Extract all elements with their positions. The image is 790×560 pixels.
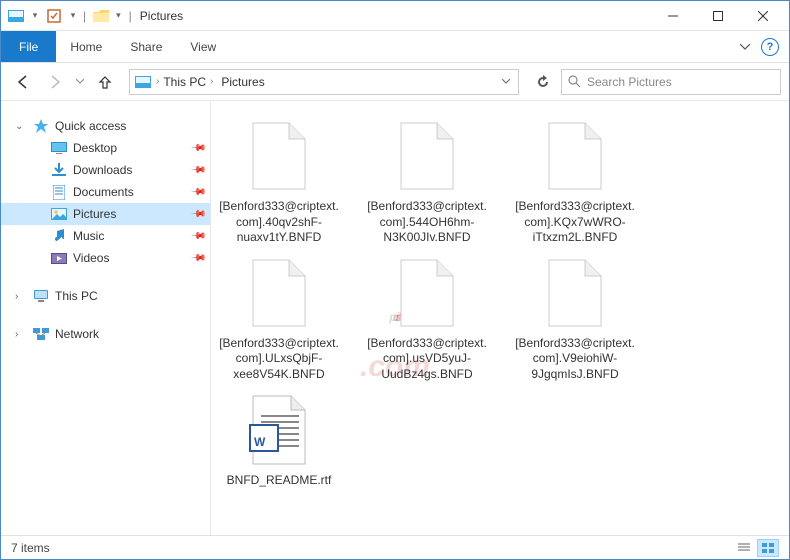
status-bar: 7 items [1,535,789,559]
file-pane[interactable]: [Benford333@criptext.com].40qv2shF-nuaxv… [211,101,789,535]
network-icon [33,326,49,342]
sidebar-item-label: Pictures [73,207,116,221]
window-title: Pictures [140,9,183,23]
search-placeholder: Search Pictures [587,75,672,89]
forward-button[interactable] [41,68,69,96]
tab-view[interactable]: View [176,31,230,62]
qat-dropdown[interactable]: ▾ [29,5,41,27]
downloads-icon [51,162,67,178]
file-label: [Benford333@criptext.com].40qv2shF-nuaxv… [219,199,339,246]
breadcrumb-this-pc[interactable]: This PC › [159,75,217,89]
unknown-file-icon [540,117,610,195]
pictures-location-icon [130,76,156,88]
item-count: 7 items [11,541,50,555]
navigation-tree: ⌄ Quick access Desktop📌Downloads📌Documen… [1,101,211,535]
file-item[interactable]: [Benford333@criptext.com].usVD5yuJ-UudBz… [367,254,487,383]
sidebar-item-label: Music [73,229,104,243]
file-label: [Benford333@criptext.com].V9eiohiW-9Jgqm… [515,336,635,383]
file-item[interactable]: [Benford333@criptext.com].KQx7wWRO-iTtxz… [515,117,635,246]
chevron-down-icon[interactable]: ⌄ [15,121,27,132]
rtf-file-icon: W [244,391,314,469]
sidebar-item-downloads[interactable]: Downloads 📌 [1,159,210,181]
help-icon[interactable]: ? [761,38,779,56]
file-item[interactable]: [Benford333@criptext.com].544OH6hm-N3K00… [367,117,487,246]
file-item[interactable]: [Benford333@criptext.com].V9eiohiW-9Jgqm… [515,254,635,383]
ribbon: File Home Share View ? [1,31,789,63]
this-pc-label: This PC [55,289,98,303]
details-view-button[interactable] [733,539,755,557]
videos-icon [51,250,67,266]
documents-icon [51,184,67,200]
file-label: [Benford333@criptext.com].usVD5yuJ-UudBz… [367,336,487,383]
chevron-right-icon[interactable]: › [15,291,27,302]
unknown-file-icon [244,117,314,195]
minimize-button[interactable] [650,2,695,30]
recent-dropdown[interactable] [73,68,87,96]
sidebar-item-label: Videos [73,251,109,265]
icons-view-button[interactable] [757,539,779,557]
nav-bar: › This PC › Pictures Search Pictures [1,63,789,101]
close-button[interactable] [740,2,785,30]
sidebar-item-music[interactable]: Music 📌 [1,225,210,247]
sidebar-item-videos[interactable]: Videos 📌 [1,247,210,269]
music-icon [51,228,67,244]
sidebar-item-documents[interactable]: Documents 📌 [1,181,210,203]
quick-access-node[interactable]: ⌄ Quick access [1,115,210,137]
breadcrumb-pictures[interactable]: Pictures [217,75,268,89]
pictures-icon [51,206,67,222]
maximize-button[interactable] [695,2,740,30]
search-icon [568,75,581,88]
pin-icon: 📌 [189,162,206,179]
breadcrumb[interactable]: › This PC › Pictures [129,69,519,95]
pin-icon: 📌 [189,206,206,223]
pin-icon: 📌 [189,140,206,157]
file-label: [Benford333@criptext.com].KQx7wWRO-iTtxz… [515,199,635,246]
file-label: [Benford333@criptext.com].544OH6hm-N3K00… [367,199,487,246]
file-item[interactable]: [Benford333@criptext.com].ULxsQbjF-xee8V… [219,254,339,383]
qat-dropdown-2[interactable]: ▾ [67,5,79,27]
chevron-right-icon[interactable]: › [15,329,27,340]
expand-ribbon-icon[interactable] [729,44,761,50]
network-label: Network [55,327,99,341]
refresh-button[interactable] [529,68,557,96]
qat-customize-dropdown[interactable]: ▾ [116,10,121,21]
unknown-file-icon [392,117,462,195]
pin-icon: 📌 [189,184,206,201]
back-button[interactable] [9,68,37,96]
tab-share[interactable]: Share [116,31,176,62]
sidebar-item-label: Documents [73,185,134,199]
pictures-icon[interactable] [5,5,27,27]
sidebar-item-label: Desktop [73,141,117,155]
properties-icon[interactable] [43,5,65,27]
pin-icon: 📌 [189,228,206,245]
folder-icon [90,5,112,27]
computer-icon [33,288,49,304]
this-pc-node[interactable]: › This PC [1,285,210,307]
pin-icon: 📌 [189,250,206,267]
star-icon [33,118,49,134]
breadcrumb-dropdown[interactable] [494,79,518,84]
sidebar-item-desktop[interactable]: Desktop 📌 [1,137,210,159]
file-label: BNFD_README.rtf [227,473,332,489]
unknown-file-icon [392,254,462,332]
unknown-file-icon [540,254,610,332]
separator: | [83,9,86,23]
title-bar: ▾ ▾ | ▾ | Pictures [1,1,789,31]
unknown-file-icon [244,254,314,332]
search-input[interactable]: Search Pictures [561,69,781,95]
network-node[interactable]: › Network [1,323,210,345]
separator: | [129,9,132,23]
desktop-icon [51,140,67,156]
quick-access-toolbar: ▾ ▾ [5,5,79,27]
file-tab[interactable]: File [1,31,56,62]
sidebar-item-label: Downloads [73,163,132,177]
tab-home[interactable]: Home [56,31,116,62]
file-item[interactable]: [Benford333@criptext.com].40qv2shF-nuaxv… [219,117,339,246]
sidebar-item-pictures[interactable]: Pictures 📌 [1,203,210,225]
up-button[interactable] [91,68,119,96]
file-item[interactable]: W BNFD_README.rtf [219,391,339,489]
file-label: [Benford333@criptext.com].ULxsQbjF-xee8V… [219,336,339,383]
svg-text:W: W [254,435,266,449]
quick-access-label: Quick access [55,119,126,133]
